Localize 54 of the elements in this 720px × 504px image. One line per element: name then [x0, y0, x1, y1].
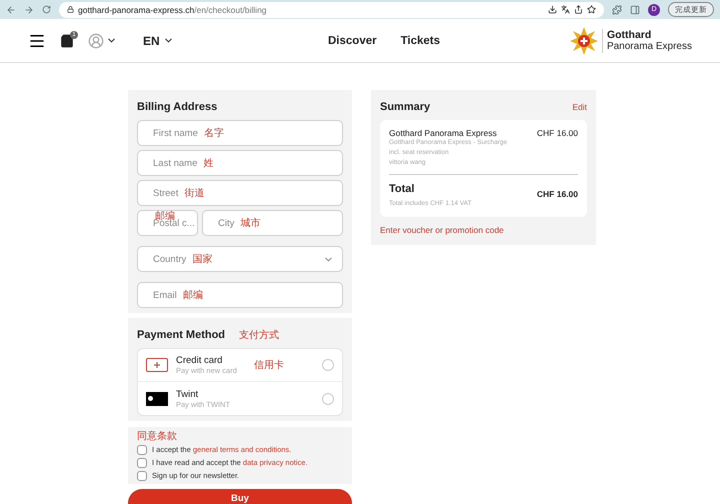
annotation-text: 城市 [240, 216, 260, 230]
text-field[interactable]: First name 名字 [137, 120, 343, 146]
translate-icon[interactable] [561, 5, 570, 14]
section-title: Billing Address [137, 101, 218, 113]
star-icon[interactable] [587, 5, 596, 14]
radio-button[interactable] [322, 359, 334, 371]
buy-button[interactable]: Buy [128, 489, 352, 504]
option-name: Twint [176, 388, 200, 400]
checkbox[interactable] [137, 471, 147, 481]
sun-cross-logo-icon [570, 26, 598, 54]
url-text: gotthard-panorama-express.ch/en/checkout/billing [78, 4, 267, 14]
annotation-text: 邮编 [182, 288, 203, 302]
annotation-text: 支付方式 [239, 328, 280, 342]
nav-link[interactable]: Tickets [400, 34, 440, 46]
annotation-text: 国家 [192, 252, 212, 266]
section-title: Summary [380, 101, 430, 113]
bag-icon[interactable] [60, 34, 74, 48]
back-icon[interactable] [6, 4, 16, 14]
address-bar[interactable]: gotthard-panorama-express.ch/en/checkout/billing [59, 2, 604, 18]
lock-icon [67, 6, 74, 13]
annotation-text: 名字 [204, 126, 224, 140]
annotation-text: 姓 [203, 157, 214, 170]
text-field[interactable]: Email 邮编 [137, 282, 343, 308]
extensions-icon[interactable] [612, 4, 622, 14]
edit-link[interactable]: Edit [572, 102, 587, 112]
logo-title: Gotthard [606, 28, 652, 40]
voucher-link[interactable]: Enter voucher or promotion code [380, 225, 587, 235]
annotation-text: 同意条款 [137, 431, 178, 443]
checkbox[interactable] [137, 458, 147, 468]
forward-icon[interactable] [24, 4, 34, 14]
download-icon[interactable] [548, 5, 557, 14]
checkbox[interactable] [137, 445, 147, 455]
logo-subtitle: Panorama Express [606, 40, 692, 52]
country-select[interactable]: Country 国家 [137, 246, 343, 272]
card-plus-icon [146, 358, 168, 372]
item-price: CHF 16.00 [536, 128, 578, 138]
nav-link[interactable]: Discover [328, 34, 377, 46]
radio-button[interactable] [322, 392, 334, 404]
reload-icon[interactable] [42, 5, 51, 14]
text-field[interactable]: City 城市 [202, 210, 343, 236]
option-name: Credit card [176, 355, 224, 366]
annotation-text: 街道 [184, 187, 204, 200]
text-field[interactable]: Last name 姓 [137, 150, 343, 176]
text-field[interactable]: Postal c... 邮编 [137, 210, 198, 236]
item-name: Gotthard Panorama Express [389, 128, 497, 138]
share-icon[interactable] [574, 5, 583, 14]
total-label: Total [389, 183, 414, 197]
twint-logo-icon [146, 392, 168, 406]
section-title: Payment Method [137, 329, 226, 341]
total-price: CHF 16.00 [536, 189, 578, 199]
language-button[interactable]: EN [143, 34, 174, 48]
annotation-text: 信用卡 [254, 358, 284, 372]
side-panel-icon[interactable] [630, 4, 640, 14]
text-field[interactable]: Street 街道 [137, 180, 343, 206]
